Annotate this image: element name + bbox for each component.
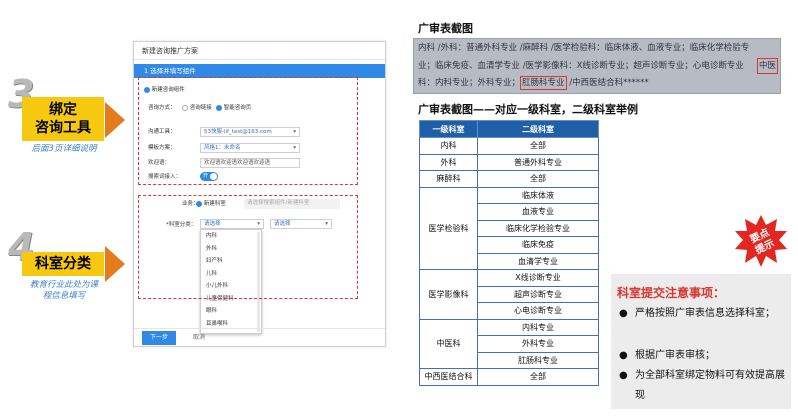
secondary-dept-cell: 全部 bbox=[477, 137, 599, 155]
table-header: 二级科室 bbox=[477, 120, 599, 138]
arrow-right-icon bbox=[105, 102, 125, 138]
table-title: 广审表截图——对应一级科室，二级科室举例 bbox=[418, 103, 638, 116]
secondary-dept-cell: 临床免疫 bbox=[477, 236, 599, 254]
bullet-icon: ● bbox=[619, 350, 628, 361]
note-item: ● 根据广审表审核； bbox=[619, 346, 787, 366]
note-item: ● 严格按照广审表信息选择科室； bbox=[619, 304, 787, 324]
footer-divider bbox=[134, 328, 385, 329]
secondary-dept-cell: 全部 bbox=[477, 368, 599, 386]
step-note: 教育行业此处为课 程信息填写 bbox=[18, 280, 110, 302]
screenshot-line-part: 科：内科专业；外科专业； bbox=[418, 78, 521, 88]
note-text: 根据广审表审核； bbox=[635, 350, 715, 361]
bullet-icon: ● bbox=[619, 370, 628, 381]
screenshot-line-part: /中西医结合科****** bbox=[566, 78, 649, 88]
bullet-icon: ● bbox=[619, 308, 628, 319]
screenshot-highlight: 肛肠科专业 bbox=[520, 76, 567, 90]
note-text: 严格按照广审表信息选择科室； bbox=[635, 308, 775, 319]
note-item: ● 为全部科室绑定物料可有效提高展现 bbox=[619, 366, 787, 406]
table-row: 中西医结合科 全部 bbox=[419, 368, 599, 386]
step-label-line: 绑定 bbox=[49, 102, 77, 118]
secondary-dept-cell: X线诊断专业 bbox=[477, 269, 599, 287]
burst-badge-icon: 要点 提示 bbox=[735, 215, 787, 267]
table-row: 医学检验科 临床体液 bbox=[419, 186, 599, 270]
screenshot-line-3: 科：内科专业；外科专业； 肛肠科专业 /中西医结合科****** bbox=[418, 75, 649, 91]
note-text: 为全部科室绑定物料可有效提高展现 bbox=[635, 370, 785, 401]
notes-title: 科室提交注意事项： bbox=[617, 286, 726, 300]
step-note-line: 教育行业此处为课 bbox=[29, 280, 98, 290]
screenshot-highlight: 中医 bbox=[757, 58, 779, 74]
tool-highlight-box bbox=[138, 77, 358, 185]
department-table: 一级科室 二级科室 内科 全部 外科 普通外科专业 麻醉科 全部 医学检验科 临… bbox=[419, 120, 599, 386]
table-row: 内科 全部 bbox=[419, 137, 599, 155]
secondary-dept-cell: 临床化学检验专业 bbox=[477, 219, 599, 237]
arrow-right-icon bbox=[105, 246, 125, 282]
secondary-dept-cell: 血清学专业 bbox=[477, 252, 599, 270]
table-row: 中医科 内科专业 bbox=[419, 318, 599, 369]
step-note: 后面3页详细说明 bbox=[31, 144, 97, 154]
primary-dept-cell: 中医科 bbox=[419, 318, 478, 369]
step-note-line: 程信息填写 bbox=[42, 291, 86, 301]
secondary-dept-cell: 全部 bbox=[477, 170, 599, 188]
dept-highlight-box bbox=[138, 195, 358, 299]
step-label-bind-tool: 绑定 咨询工具 bbox=[22, 97, 104, 141]
secondary-dept-cell: 超声诊断专业 bbox=[477, 285, 599, 303]
secondary-dept-cell: 心电诊断专业 bbox=[477, 302, 599, 320]
secondary-dept-cell: 临床体液 bbox=[477, 186, 599, 204]
step-label-line: 咨询工具 bbox=[35, 120, 91, 136]
dropdown-item[interactable]: 眼科 bbox=[201, 305, 261, 318]
audit-form-screenshot: 内科 /外科：普通外科专业 /麻醉科 /医学检验科：临床体液、血液专业；临床化学… bbox=[413, 38, 781, 94]
secondary-dept-cell: 内科专业 bbox=[477, 318, 599, 336]
notes-panel: 科室提交注意事项： ● 严格按照广审表信息选择科室； ● 根据广审表审核； ● … bbox=[611, 274, 791, 409]
screenshot-line: 业；临床免疫、血清学专业 /医学影像科：X线诊断专业；超声诊断专业；心电诊断专业 bbox=[418, 61, 744, 71]
secondary-dept-cell: 肛肠科专业 bbox=[477, 351, 599, 369]
screenshot-title: 广审表截图 bbox=[418, 22, 473, 35]
secondary-dept-cell: 普通外科专业 bbox=[477, 153, 599, 171]
primary-dept-cell: 麻醉科 bbox=[419, 170, 478, 188]
next-button[interactable]: 下一步 bbox=[142, 331, 176, 345]
table-row: 麻醉科 全部 bbox=[419, 170, 599, 188]
table-row: 外科 普通外科专业 bbox=[419, 153, 599, 171]
secondary-dept-cell: 外科专业 bbox=[477, 335, 599, 353]
primary-dept-cell: 中西医结合科 bbox=[419, 368, 478, 386]
cancel-button[interactable]: 取消 bbox=[184, 331, 214, 345]
primary-dept-cell: 外科 bbox=[419, 153, 478, 171]
secondary-dept-cell: 血液专业 bbox=[477, 203, 599, 221]
primary-dept-cell: 医学检验科 bbox=[419, 186, 478, 270]
primary-dept-cell: 内科 bbox=[419, 137, 478, 155]
screenshot-line: 内科 /外科：普通外科专业 /麻醉科 /医学检验科：临床体液、血液专业；临床化学… bbox=[418, 43, 750, 53]
primary-dept-cell: 医学影像科 bbox=[419, 269, 478, 320]
step-label-dept: 科室分类 bbox=[22, 252, 104, 276]
table-row: 医学影像科 X线诊断专业 bbox=[419, 269, 599, 320]
section-bar: 1 选择并填写组件 bbox=[134, 64, 385, 78]
panel-title: 新建咨询推广方案 bbox=[134, 42, 385, 60]
table-header: 一级科室 bbox=[419, 120, 478, 138]
